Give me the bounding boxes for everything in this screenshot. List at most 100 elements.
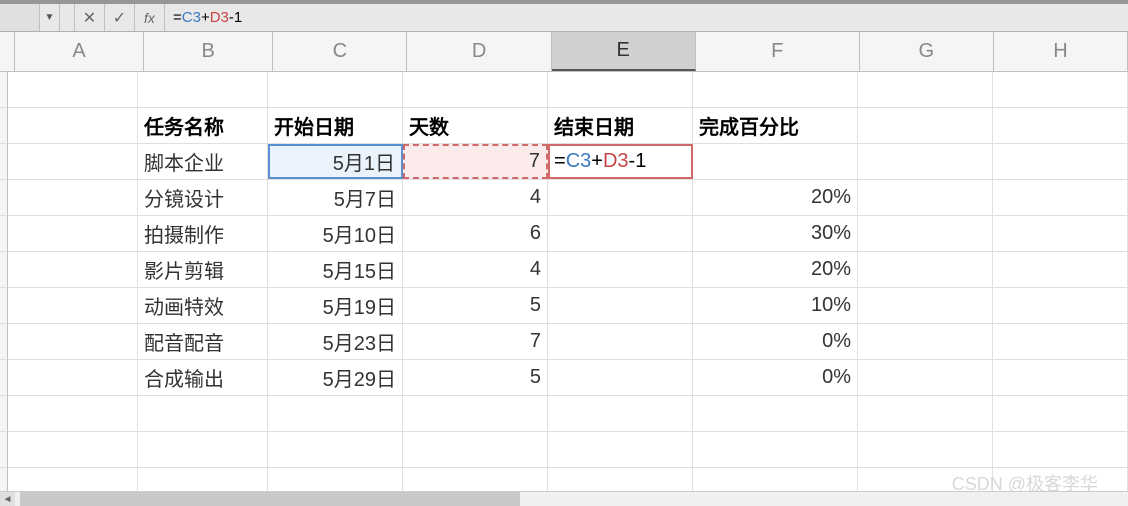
row-header[interactable] [0,180,8,216]
cell[interactable] [993,360,1128,395]
row-header[interactable] [0,144,8,180]
cell[interactable] [8,108,138,143]
cell[interactable] [268,72,403,107]
cell-ref-c3[interactable]: 5月1日 [268,144,403,179]
cell[interactable] [858,180,993,215]
cell[interactable] [268,432,403,467]
cell[interactable] [548,324,693,359]
cell[interactable]: 0% [693,324,858,359]
cell[interactable] [8,216,138,251]
cell[interactable] [858,396,993,431]
cell[interactable] [8,252,138,287]
cell[interactable]: 分镜设计 [138,180,268,215]
cell[interactable]: 5月15日 [268,252,403,287]
formula-input[interactable]: =C3+D3-1 [165,4,1128,31]
cell[interactable] [548,216,693,251]
row-header[interactable] [0,288,8,324]
row-header[interactable] [0,324,8,360]
cell[interactable] [548,396,693,431]
cell[interactable] [993,396,1128,431]
cell[interactable] [693,72,858,107]
cell[interactable] [693,396,858,431]
cell[interactable]: 合成输出 [138,360,268,395]
cell[interactable]: 4 [403,252,548,287]
cell-ref-d3[interactable]: 7 [403,144,548,179]
row-header[interactable] [0,396,8,432]
cell-editing[interactable]: =C3+D3-1 [548,144,693,179]
cell[interactable]: 影片剪辑 [138,252,268,287]
cell[interactable] [8,360,138,395]
cell[interactable]: 20% [693,180,858,215]
cell[interactable]: 30% [693,216,858,251]
cell[interactable]: 5 [403,360,548,395]
cell[interactable] [993,108,1128,143]
cell[interactable] [403,72,548,107]
row-header[interactable] [0,72,8,108]
col-header-D[interactable]: D [407,32,551,71]
row-header[interactable] [0,252,8,288]
cell[interactable] [858,324,993,359]
cell[interactable]: 动画特效 [138,288,268,323]
cell[interactable]: 5月19日 [268,288,403,323]
col-header-B[interactable]: B [144,32,273,71]
cell[interactable] [403,396,548,431]
name-box[interactable] [0,4,40,31]
cell[interactable] [858,360,993,395]
cell[interactable] [548,360,693,395]
cell[interactable] [858,108,993,143]
select-all-corner[interactable] [0,32,15,71]
col-header-A[interactable]: A [15,32,144,71]
cell[interactable]: 0% [693,360,858,395]
cell-header[interactable]: 结束日期 [548,108,693,143]
cell[interactable] [8,324,138,359]
cell[interactable]: 6 [403,216,548,251]
cell[interactable] [993,144,1128,179]
cell[interactable] [403,432,548,467]
row-header[interactable] [0,108,8,144]
cell[interactable] [8,288,138,323]
cell[interactable]: 5 [403,288,548,323]
cell[interactable] [993,72,1128,107]
cell[interactable]: 配音配音 [138,324,268,359]
scroll-thumb[interactable] [20,492,520,506]
cell[interactable] [858,252,993,287]
col-header-C[interactable]: C [273,32,407,71]
cell[interactable]: 5月23日 [268,324,403,359]
row-header[interactable] [0,432,8,468]
cell[interactable] [8,180,138,215]
cell[interactable]: 5月29日 [268,360,403,395]
cell[interactable] [993,180,1128,215]
cell[interactable]: 5月10日 [268,216,403,251]
cell[interactable] [993,432,1128,467]
cell[interactable] [993,324,1128,359]
scroll-left-arrow[interactable]: ◄ [0,492,15,506]
cell[interactable] [548,288,693,323]
cell[interactable] [858,144,993,179]
col-header-F[interactable]: F [696,32,860,71]
cell[interactable]: 拍摄制作 [138,216,268,251]
col-header-G[interactable]: G [860,32,994,71]
cell[interactable] [693,144,858,179]
cell[interactable]: 4 [403,180,548,215]
cell[interactable] [8,432,138,467]
cell[interactable] [693,432,858,467]
cell[interactable] [548,432,693,467]
cell-header[interactable]: 天数 [403,108,548,143]
cell[interactable]: 20% [693,252,858,287]
cell[interactable] [548,72,693,107]
cell[interactable] [8,144,138,179]
cell[interactable] [548,180,693,215]
cell[interactable] [138,432,268,467]
cell[interactable] [858,216,993,251]
row-header[interactable] [0,216,8,252]
horizontal-scrollbar[interactable]: ◄ [0,491,1128,506]
cell-header[interactable]: 开始日期 [268,108,403,143]
cell[interactable] [858,72,993,107]
cell[interactable]: 10% [693,288,858,323]
cancel-button[interactable]: ✕ [75,4,105,31]
cell[interactable] [138,72,268,107]
cell[interactable] [548,252,693,287]
name-box-dropdown[interactable]: ▼ [40,4,60,31]
cell[interactable] [268,396,403,431]
cell[interactable]: 5月7日 [268,180,403,215]
